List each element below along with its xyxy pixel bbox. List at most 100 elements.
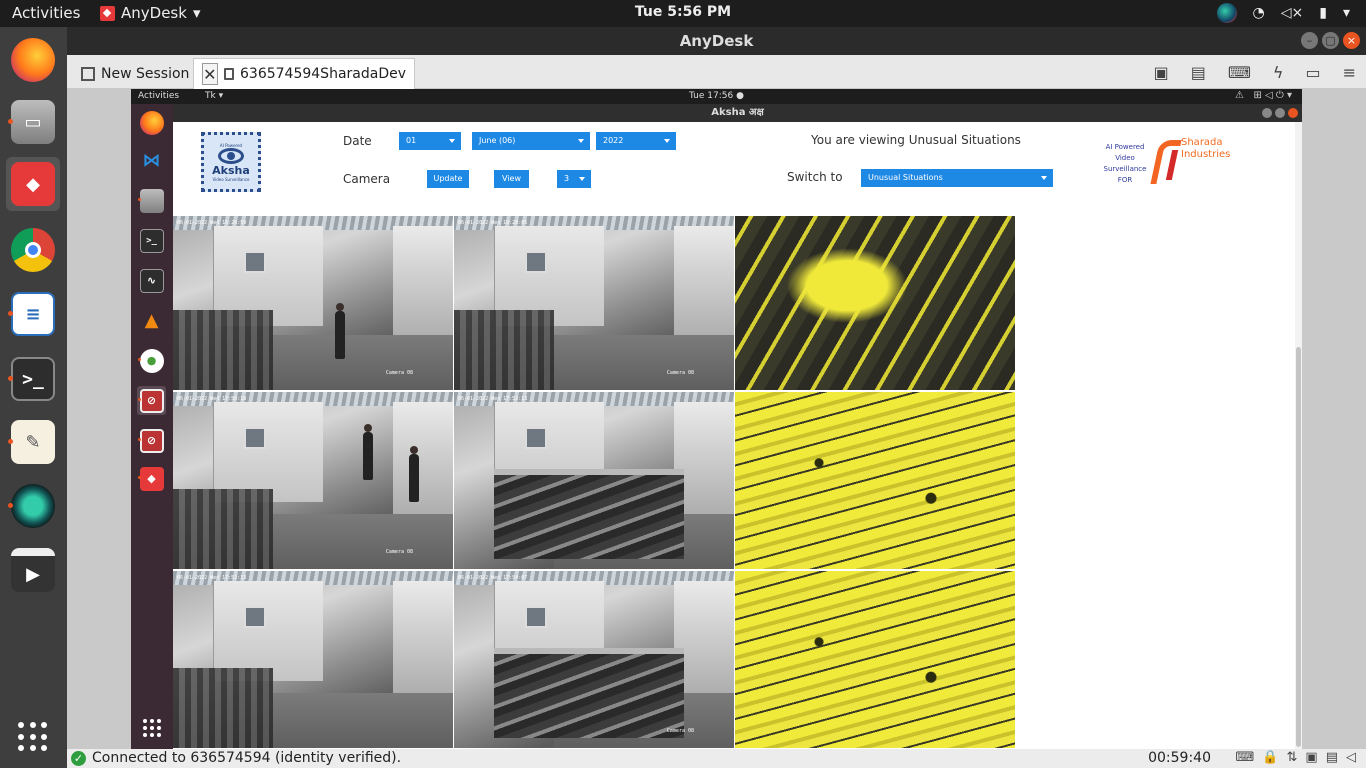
truck (674, 226, 734, 346)
remote-dock-mongodb[interactable]: ● (137, 346, 166, 375)
running-indicator (8, 376, 13, 381)
remote-dock-tk-app-2[interactable]: ⊘ (137, 426, 166, 455)
day-select[interactable]: 01 (399, 132, 461, 150)
chevron-down-icon[interactable]: ▾ (1343, 5, 1350, 21)
camera-select[interactable]: 3 (557, 170, 591, 188)
dock-files[interactable]: ▭ (6, 95, 60, 149)
remote-tray-icons[interactable]: ⚠ ⊞ ◁ ⏻ ▾ (1235, 90, 1292, 101)
scrollbar-thumb[interactable] (1296, 347, 1301, 747)
monitor-icon (223, 68, 235, 80)
close-icon[interactable]: × (1343, 32, 1360, 49)
close-icon[interactable] (1288, 108, 1298, 118)
window-title: AnyDesk (67, 27, 1366, 55)
status-icons: ⌨ 🔒 ⇅ ▣ ▤ ◁ (1236, 750, 1356, 765)
camera-feed-tile[interactable]: 06-01-2022 Wed 17:52:13 (173, 571, 453, 748)
wifi-icon[interactable]: ◔ (1253, 5, 1265, 21)
volume-muted-icon[interactable]: ◁× (1281, 5, 1304, 21)
running-indicator (138, 358, 141, 361)
shed (213, 581, 323, 681)
connection-message: Connected to 636574594 (identity verifie… (92, 750, 402, 766)
screen-status-icon[interactable]: ▣ (1305, 750, 1317, 765)
disk-icon[interactable]: ▤ (1326, 750, 1338, 765)
brand-name: Sharada Industries (1181, 137, 1230, 161)
battery-icon[interactable]: ▮ (1319, 5, 1327, 21)
tab-new-session[interactable]: New Session (73, 58, 197, 89)
new-session-icon (81, 66, 95, 81)
system-tray[interactable]: ◔ ◁× ▮ ▾ (1216, 3, 1350, 23)
dock-camera[interactable] (6, 479, 60, 533)
year-select[interactable]: 2022 (596, 132, 676, 150)
dock-writer[interactable]: ≡ (6, 287, 60, 341)
person (363, 424, 373, 480)
dock-terminal[interactable]: >_ (6, 352, 60, 406)
remote-dock-anydesk[interactable]: ◆ (137, 464, 166, 493)
dock-anydesk[interactable]: ◆ (6, 157, 60, 211)
remote-dock-monitor[interactable]: ∿ (137, 266, 166, 295)
view-button[interactable]: View (494, 170, 529, 188)
camera-feed-tile[interactable]: 06-01-2022 Wed 17:52:13 (454, 392, 734, 569)
update-button[interactable]: Update (427, 170, 469, 188)
actions-icon[interactable]: ϟ (1273, 63, 1284, 82)
dock-video-editor[interactable]: ▶ (6, 543, 60, 597)
remote-dock-firefox[interactable] (137, 108, 166, 137)
minimize-icon[interactable] (1262, 108, 1272, 118)
remote-dock-vlc[interactable]: ▲ (137, 306, 166, 335)
vertical-scrollbar[interactable] (1295, 122, 1302, 749)
camera-feed-tile[interactable]: 06-01-2022 Wed 16:28:05 Camera 08 (454, 216, 734, 390)
remote-dock-files[interactable] (137, 186, 166, 215)
menu-icon[interactable]: ≡ (1343, 63, 1356, 82)
minimize-icon[interactable]: – (1301, 32, 1318, 49)
switch-select[interactable]: Unusual Situations (861, 169, 1053, 187)
camera-feed-tile[interactable] (735, 216, 1015, 390)
camera-grid: 06-01-2022 Wed 16:26:59 Camera 08 06-01-20… (173, 216, 1015, 749)
system-monitor-icon: ∿ (139, 268, 164, 293)
dock: ▭ ◆ ≡ >_ ✎ ▶ (0, 27, 67, 768)
display-icon[interactable]: ▣ (1154, 63, 1169, 82)
show-applications-icon[interactable] (143, 719, 161, 737)
transfer-icon[interactable]: ⇅ (1287, 750, 1298, 765)
tab-remote-session[interactable]: ✕ 636574594SharadaDev (193, 58, 415, 89)
anydesk-icon: ◆ (11, 162, 55, 206)
crate (494, 469, 684, 559)
shed-window (525, 427, 547, 449)
camera-feed-tile[interactable]: 06-01-2022 Wed 17:50:18 Camera 08 (173, 392, 453, 569)
aksha-app: AI Powered Aksha Video Surveillance Date… (173, 122, 1302, 749)
remote-dock-terminal[interactable]: >_ (137, 226, 166, 255)
lock-icon[interactable]: 🔒 (1262, 750, 1278, 765)
running-indicator (138, 398, 141, 401)
sharada-mark-icon (1153, 136, 1181, 180)
floor (554, 335, 734, 390)
dock-text-editor[interactable]: ✎ (6, 415, 60, 469)
tk-app-icon: ⊘ (139, 428, 164, 453)
clock[interactable]: Tue 5:56 PM (0, 4, 1366, 20)
camera-feed-tile[interactable] (735, 571, 1015, 748)
vlc-icon: ▲ (144, 310, 159, 331)
brand-name-2: Industries (1181, 149, 1231, 160)
speaker-icon[interactable]: ◁ (1346, 750, 1356, 765)
floor (273, 514, 453, 569)
camera-feed-tile[interactable]: 06-01-2022 Wed 16:26:59 Camera 08 (173, 216, 453, 390)
camera-tag: Camera 08 (385, 549, 413, 555)
remote-dock-tk-app[interactable]: ⊘ (137, 386, 166, 415)
camera-feed-tile[interactable] (735, 392, 1015, 569)
maximize-icon[interactable] (1275, 108, 1285, 118)
remote-dock-vscode[interactable]: ⋈ (137, 146, 166, 175)
rack (173, 489, 273, 569)
chat-icon[interactable]: ▤ (1191, 63, 1206, 82)
camera-feed-tile[interactable]: 06-01-2022 Wed 17:54:07 Camera 08 (454, 571, 734, 748)
dock-firefox[interactable] (6, 33, 60, 87)
show-applications-icon[interactable] (18, 722, 48, 752)
screen-icon[interactable]: ▭ (1305, 63, 1320, 82)
remote-desktop[interactable]: Activities Tk ▾ Tue 17:56 ● ⚠ ⊞ ◁ ⏻ ▾ ⋈ … (131, 89, 1302, 749)
close-tab-icon[interactable]: ✕ (202, 63, 218, 85)
brand-line-3: FOR (1117, 176, 1133, 184)
crate (494, 648, 684, 738)
shed-window (525, 251, 547, 273)
remote-clock[interactable]: Tue 17:56 ● (131, 91, 1302, 101)
keyboard-status-icon[interactable]: ⌨ (1236, 750, 1255, 765)
maximize-icon[interactable]: ▢ (1322, 32, 1339, 49)
camera-app-icon[interactable] (1216, 3, 1237, 23)
month-select[interactable]: June (06) (472, 132, 590, 150)
keyboard-icon[interactable]: ⌨ (1228, 63, 1251, 82)
dock-chrome[interactable] (6, 223, 60, 277)
